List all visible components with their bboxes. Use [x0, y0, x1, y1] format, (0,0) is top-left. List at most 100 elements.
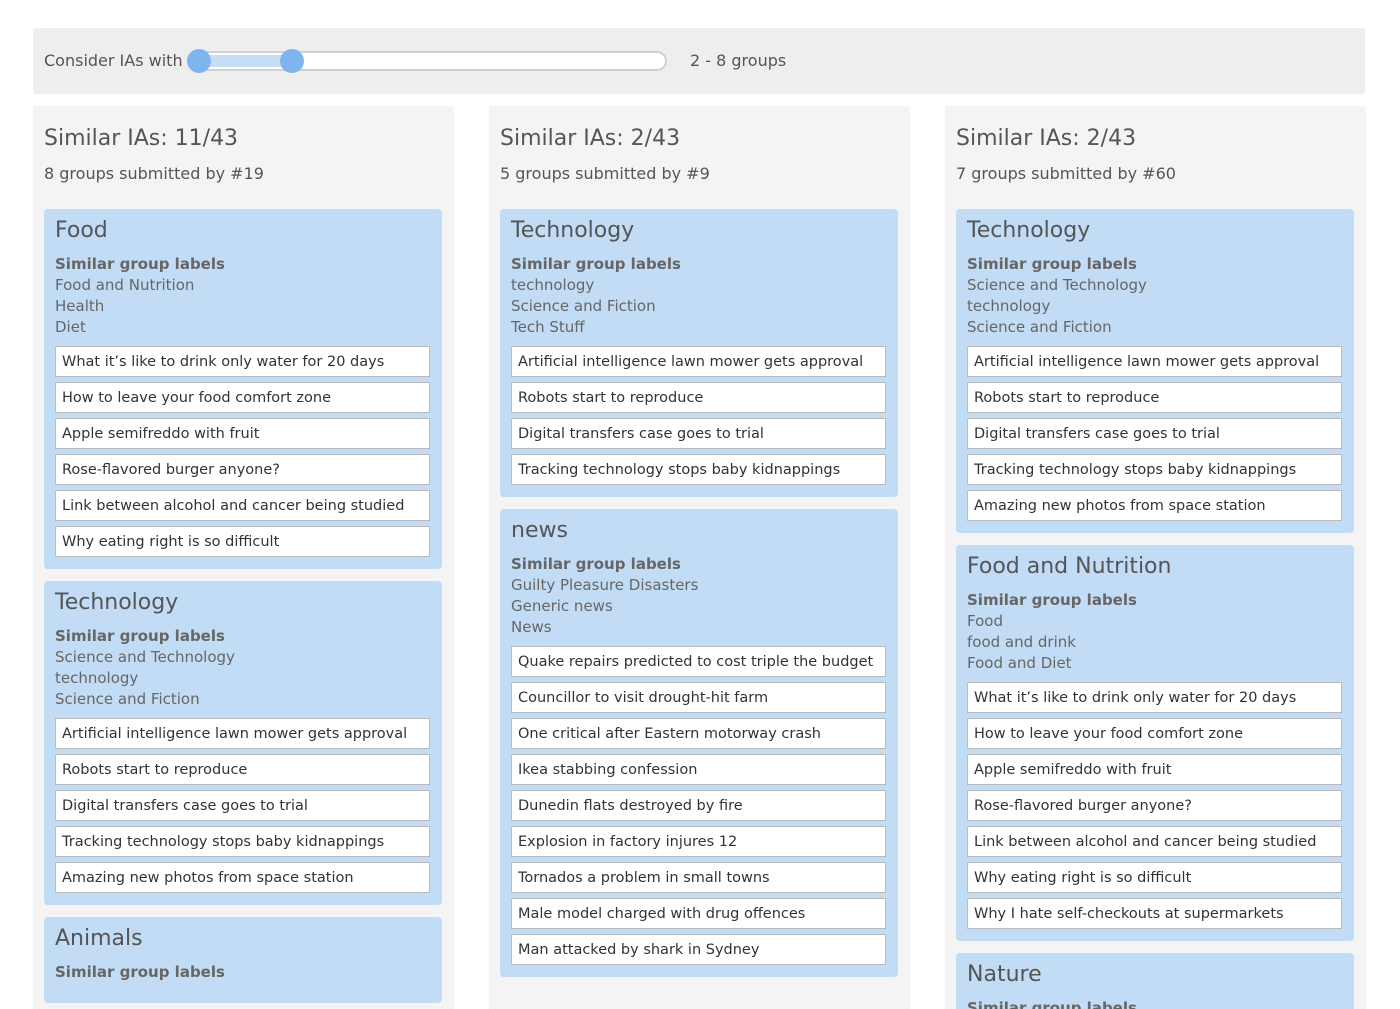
similar-labels-heading: Similar group labels [967, 255, 1137, 273]
headline-item[interactable]: Artificial intelligence lawn mower gets … [55, 718, 430, 749]
similar-labels: Similar group labels Science and Technolo… [55, 626, 430, 710]
headline-item[interactable]: Why eating right is so difficult [967, 862, 1342, 893]
similar-label: Food and Diet [967, 654, 1072, 672]
slider-max-handle[interactable] [280, 49, 304, 73]
headline-item[interactable]: Tracking technology stops baby kidnappin… [511, 454, 886, 485]
similar-label: Food and Nutrition [55, 276, 195, 294]
headline-item[interactable]: What it’s like to drink only water for 2… [55, 346, 430, 377]
headline-item[interactable]: How to leave your food comfort zone [967, 718, 1342, 749]
group-card: Food and Nutrition Similar group labels Fo… [956, 545, 1354, 941]
column-title: Similar IAs: 2/43 [956, 126, 1137, 151]
headline-item[interactable]: Robots start to reproduce [55, 754, 430, 785]
group-title: Technology [55, 590, 179, 615]
headline-item[interactable]: Apple semifreddo with fruit [55, 418, 430, 449]
similar-label: technology [511, 276, 595, 294]
group-card: Technology Similar group labels Science an… [44, 581, 442, 905]
item-list: Artificial intelligence lawn mower gets … [511, 346, 886, 485]
headline-item[interactable]: Artificial intelligence lawn mower gets … [511, 346, 886, 377]
similar-labels-heading: Similar group labels [55, 255, 225, 273]
similar-labels-heading: Similar group labels [967, 591, 1137, 609]
headline-item[interactable]: One critical after Eastern motorway cras… [511, 718, 886, 749]
headline-item[interactable]: Artificial intelligence lawn mower gets … [967, 346, 1342, 377]
similar-label: Food [967, 612, 1003, 630]
similar-labels-heading: Similar group labels [511, 255, 681, 273]
group-title: Food [55, 218, 108, 243]
group-card: Nature Similar group labels [956, 953, 1354, 1009]
group-title: Technology [511, 218, 635, 243]
similar-label: Tech Stuff [511, 318, 585, 336]
similar-labels: Similar group labels technology Science an… [511, 254, 886, 338]
headline-item[interactable]: Male model charged with drug offences [511, 898, 886, 929]
similar-label: Health [55, 297, 105, 315]
group-title: Nature [967, 962, 1042, 987]
headline-item[interactable]: Link between alcohol and cancer being st… [55, 490, 430, 521]
headline-item[interactable]: Rose-flavored burger anyone? [55, 454, 430, 485]
headline-item[interactable]: How to leave your food comfort zone [55, 382, 430, 413]
similar-label: technology [967, 297, 1051, 315]
item-list: Artificial intelligence lawn mower gets … [55, 718, 430, 893]
group-title: Technology [967, 218, 1091, 243]
headline-item[interactable]: Amazing new photos from space station [967, 490, 1342, 521]
group-list: Technology Similar group labels technology… [500, 209, 898, 989]
headline-item[interactable]: Digital transfers case goes to trial [55, 790, 430, 821]
group-title: news [511, 518, 568, 543]
similar-labels: Similar group labels Science and Technolo… [967, 254, 1342, 338]
headline-item[interactable]: Tracking technology stops baby kidnappin… [967, 454, 1342, 485]
headline-item[interactable]: Apple semifreddo with fruit [967, 754, 1342, 785]
item-list: What it’s like to drink only water for 2… [967, 682, 1342, 929]
headline-item[interactable]: Tornados a problem in small towns [511, 862, 886, 893]
similar-labels: Similar group labels Food and Nutrition He… [55, 254, 430, 338]
similar-label: Science and Fiction [55, 690, 200, 708]
column-title: Similar IAs: 11/43 [44, 126, 239, 151]
item-list: Artificial intelligence lawn mower gets … [967, 346, 1342, 521]
similar-labels-heading: Similar group labels [55, 627, 225, 645]
headline-item[interactable]: Why I hate self-checkouts at supermarket… [967, 898, 1342, 929]
similar-label: Science and Technology [55, 648, 235, 666]
headline-item[interactable]: What it’s like to drink only water for 2… [967, 682, 1342, 713]
similar-label: technology [55, 669, 139, 687]
headline-item[interactable]: Digital transfers case goes to trial [967, 418, 1342, 449]
group-card: Technology Similar group labels Science an… [956, 209, 1354, 533]
headline-item[interactable]: Dunedin flats destroyed by fire [511, 790, 886, 821]
similar-label: Science and Fiction [511, 297, 656, 315]
headline-item[interactable]: Rose-flavored burger anyone? [967, 790, 1342, 821]
filter-value: 2 - 8 groups [690, 51, 787, 70]
similar-label: food and drink [967, 633, 1076, 651]
headline-item[interactable]: Explosion in factory injures 12 [511, 826, 886, 857]
group-card: Animals Similar group labels [44, 917, 442, 1003]
slider-min-handle[interactable] [187, 49, 211, 73]
group-list: Food Similar group labels Food and Nutriti… [44, 209, 442, 1009]
similar-label: Science and Fiction [967, 318, 1112, 336]
column-title: Similar IAs: 2/43 [500, 126, 681, 151]
group-card: news Similar group labels Guilty Pleasure … [500, 509, 898, 977]
column-subtitle: 7 groups submitted by #60 [956, 164, 1176, 183]
headline-item[interactable]: Why eating right is so difficult [55, 526, 430, 557]
headline-item[interactable]: Robots start to reproduce [967, 382, 1342, 413]
slider-range-fill [199, 55, 292, 67]
similar-labels-heading: Similar group labels [55, 963, 225, 981]
headline-item[interactable]: Tracking technology stops baby kidnappin… [55, 826, 430, 857]
group-list: Technology Similar group labels Science an… [956, 209, 1354, 1009]
similar-labels: Similar group labels Food food and drink Fo… [967, 590, 1342, 674]
similar-label: News [511, 618, 552, 636]
headline-item[interactable]: Digital transfers case goes to trial [511, 418, 886, 449]
column-subtitle: 5 groups submitted by #9 [500, 164, 710, 183]
similar-label: Guilty Pleasure Disasters [511, 576, 699, 594]
headline-item[interactable]: Man attacked by shark in Sydney [511, 934, 886, 965]
similar-labels: Similar group labels [55, 962, 430, 983]
headline-item[interactable]: Amazing new photos from space station [55, 862, 430, 893]
item-list: What it’s like to drink only water for 2… [55, 346, 430, 557]
group-count-filter: Consider IAs with 2 - 8 groups [33, 28, 1365, 94]
headline-item[interactable]: Robots start to reproduce [511, 382, 886, 413]
headline-item[interactable]: Councillor to visit drought-hit farm [511, 682, 886, 713]
similar-label: Diet [55, 318, 86, 336]
headline-item[interactable]: Link between alcohol and cancer being st… [967, 826, 1342, 857]
similar-label: Science and Technology [967, 276, 1147, 294]
filter-label: Consider IAs with [44, 51, 183, 70]
item-list: Quake repairs predicted to cost triple t… [511, 646, 886, 965]
similar-labels-heading: Similar group labels [967, 999, 1137, 1009]
group-card: Technology Similar group labels technology… [500, 209, 898, 497]
headline-item[interactable]: Quake repairs predicted to cost triple t… [511, 646, 886, 677]
headline-item[interactable]: Ikea stabbing confession [511, 754, 886, 785]
group-range-slider[interactable] [197, 51, 667, 71]
